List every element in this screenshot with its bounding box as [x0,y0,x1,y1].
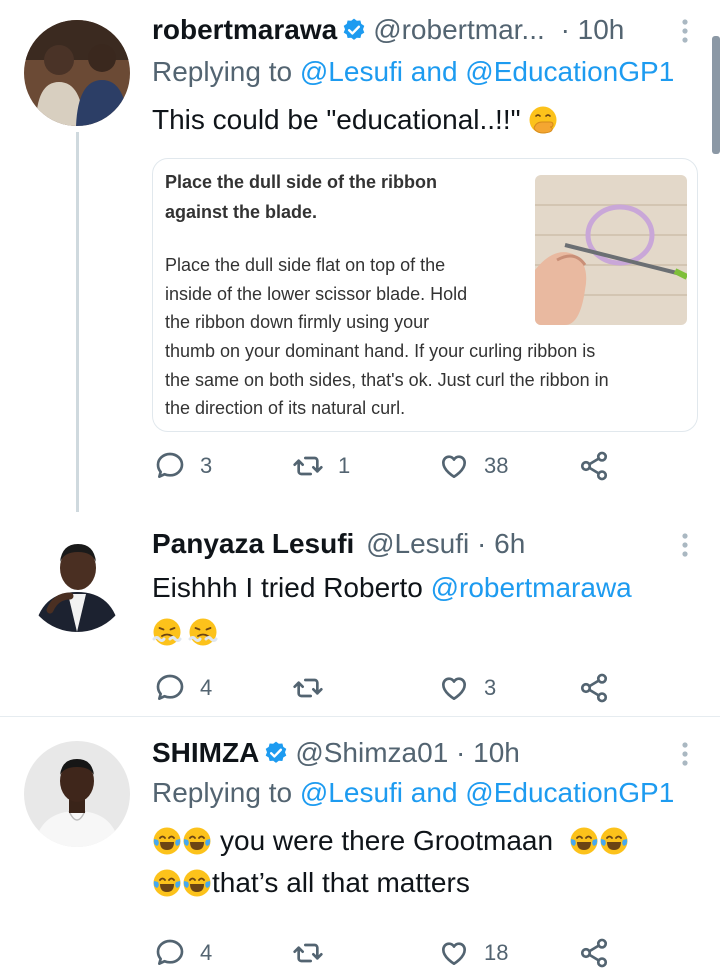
display-name[interactable]: SHIMZA [152,737,259,768]
thread-line [76,132,79,512]
reply-icon [154,937,186,969]
display-name[interactable]: robertmarawa [152,14,337,45]
reply-count: 4 [200,940,213,965]
reply-button[interactable]: 4 [154,668,212,708]
card-image [535,175,687,325]
tweet-text: This could be "educational..!!" [152,100,558,140]
share-button[interactable] [578,933,624,973]
verified-badge-icon [263,740,289,766]
tears-of-joy-emoji-icon [182,868,212,898]
tweet-text: Eishhh I tried Roberto @robertmarawa [152,572,632,603]
share-button[interactable] [578,668,624,708]
tears-of-joy-emoji-icon [569,826,599,856]
tweet-text: you were there Grootmaan [152,821,629,861]
reply-button[interactable]: 3 [154,446,212,486]
share-icon [578,937,610,969]
reply-mentions[interactable]: @Lesufi and @EducationGP1 [300,56,674,87]
share-button[interactable] [578,446,624,486]
tweet-header: robertmarawa @robertmar... · 10h [152,10,694,50]
more-icon[interactable] [680,532,690,558]
like-button[interactable]: 38 [438,446,508,486]
like-icon [438,450,470,482]
reply-count: 4 [200,675,213,700]
card-body: Place the dull side flat on top of the i… [165,255,468,332]
tweet-text-line2: that’s all that matters [152,863,470,903]
reply-button[interactable]: 4 [154,933,212,973]
mention[interactable]: @robertmarawa [431,572,632,603]
tweet-actions: 4 3 [154,668,694,708]
tweet-actions: 3 1 38 [154,446,694,486]
tweet-robertmarawa[interactable]: robertmarawa @robertmar... · 10h Replying… [0,0,720,512]
card-title: Place the dull side of the ribbon agains… [165,172,438,222]
timestamp[interactable]: · 10h [561,14,625,45]
like-count: 3 [484,675,497,700]
tweet-header: Panyaza Lesufi @Lesufi · 6h [152,524,694,564]
replying-to: Replying to @Lesufi and @EducationGP1 [152,777,675,808]
handle[interactable]: @Shimza01 [295,737,448,768]
like-icon [438,672,470,704]
share-icon [578,672,610,704]
retweet-icon [292,937,324,969]
tears-of-joy-emoji-icon [152,826,182,856]
face-with-steam-emoji-icon [152,617,182,647]
retweet-icon [292,672,324,704]
timestamp[interactable]: · 10h [456,737,520,768]
avatar[interactable] [24,741,130,847]
avatar[interactable] [24,20,130,126]
tears-of-joy-emoji-icon [182,826,212,856]
display-name[interactable]: Panyaza Lesufi [152,528,354,559]
like-button[interactable]: 18 [438,933,508,973]
more-icon[interactable] [680,18,690,44]
like-button[interactable]: 3 [438,668,496,708]
retweet-button[interactable] [292,668,338,708]
card-body-continued: thumb on your dominant hand. If your cur… [165,341,609,418]
retweet-button[interactable] [292,933,338,973]
reply-count: 3 [200,453,213,478]
tweet-header: SHIMZA @Shimza01 · 10h [152,733,694,773]
tweet-emoji-line [152,612,218,652]
share-icon [578,450,610,482]
tears-of-joy-emoji-icon [599,826,629,856]
reply-icon [154,672,186,704]
hand-over-mouth-emoji-icon [528,105,558,135]
tweet-shimza[interactable]: SHIMZA @Shimza01 · 10h Replying to @Lesuf… [0,717,720,980]
timestamp[interactable]: · 6h [477,528,525,559]
tweet-panyaza-lesufi[interactable]: Panyaza Lesufi @Lesufi · 6h Eishhh I tri… [0,512,720,716]
handle[interactable]: @robertmar... [373,14,545,45]
like-icon [438,937,470,969]
retweet-icon [292,450,324,482]
link-card[interactable]: Place the dull side of the ribbon agains… [152,158,698,432]
like-count: 18 [484,940,509,965]
retweet-count: 1 [338,453,351,478]
reply-mentions[interactable]: @Lesufi and @EducationGP1 [300,777,674,808]
retweet-button[interactable]: 1 [292,446,350,486]
verified-badge-icon [341,17,367,43]
handle[interactable]: @Lesufi [366,528,469,559]
avatar[interactable] [24,526,130,632]
more-icon[interactable] [680,741,690,767]
like-count: 38 [484,453,509,478]
tears-of-joy-emoji-icon [152,868,182,898]
tweet-actions: 4 18 [154,933,694,973]
reply-icon [154,450,186,482]
face-with-steam-emoji-icon [188,617,218,647]
replying-to: Replying to @Lesufi and @EducationGP1 [152,56,675,87]
